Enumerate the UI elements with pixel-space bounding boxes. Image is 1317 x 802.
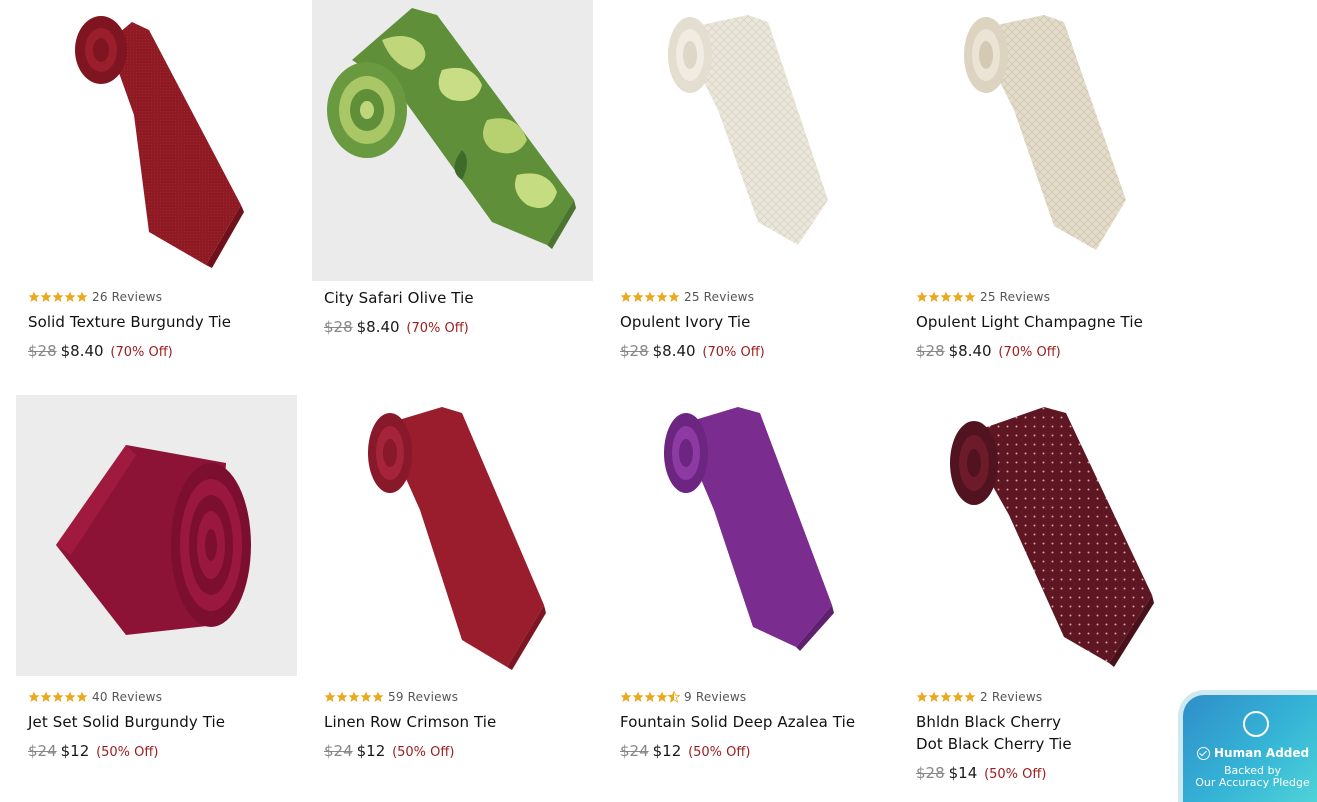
original-price: $28	[916, 764, 945, 782]
discount-label: (50% Off)	[688, 745, 751, 760]
product-card[interactable]: 9 Reviews Fountain Solid Deep Azalea Tie…	[608, 395, 889, 760]
product-image[interactable]	[904, 0, 1185, 281]
sale-price: $12	[60, 742, 90, 760]
star-rating-icon	[916, 291, 976, 303]
product-image[interactable]	[312, 0, 593, 281]
product-name[interactable]: Opulent Light Champagne Tie	[916, 311, 1143, 333]
product-name[interactable]: Opulent Ivory Tie	[620, 311, 750, 333]
product-image[interactable]	[904, 395, 1185, 676]
tie-black-cherry-dot	[950, 407, 1154, 667]
sale-price: $8.40	[60, 342, 104, 360]
rating: 26 Reviews	[28, 290, 162, 304]
sale-price: $8.40	[948, 342, 992, 360]
tie-azalea-purple	[664, 407, 834, 651]
discount-label: (70% Off)	[110, 345, 173, 360]
product-image[interactable]	[16, 0, 297, 281]
product-price: $28 $8.40 (70% Off)	[916, 341, 1061, 363]
product-name[interactable]: Fountain Solid Deep Azalea Tie	[620, 711, 855, 733]
review-count[interactable]: 9 Reviews	[684, 690, 746, 704]
sale-price: $8.40	[652, 342, 696, 360]
rating: 9 Reviews	[620, 690, 746, 704]
product-price: $28 $8.40 (70% Off)	[28, 341, 173, 363]
star-rating-icon	[620, 691, 680, 703]
tie-burgundy-rolled	[16, 395, 297, 676]
product-image[interactable]	[312, 395, 593, 676]
star-rating-icon	[28, 691, 88, 703]
accuracy-pledge-badge[interactable]: Human Added Backed by Our Accuracy Pledg…	[1178, 690, 1317, 802]
rating: 25 Reviews	[916, 290, 1050, 304]
discount-label: (70% Off)	[406, 321, 469, 336]
sale-price: $8.40	[356, 318, 400, 336]
tie-ivory-pattern	[668, 15, 828, 245]
product-price: $24 $12 (50% Off)	[620, 741, 750, 763]
sale-price: $12	[356, 742, 386, 760]
product-card[interactable]: 59 Reviews Linen Row Crimson Tie $24 $12 …	[312, 395, 593, 760]
product-name-line: Bhldn Black Cherry	[916, 713, 1062, 731]
chat-bubble-icon	[1243, 711, 1269, 737]
product-card[interactable]: 2 Reviews Bhldn Black Cherry Dot Black C…	[904, 395, 1185, 782]
tie-burgundy-texture	[75, 16, 244, 268]
rating: 2 Reviews	[916, 690, 1042, 704]
original-price: $24	[324, 742, 353, 760]
original-price: $28	[916, 342, 945, 360]
sale-price: $12	[652, 742, 682, 760]
review-count[interactable]: 25 Reviews	[684, 290, 754, 304]
product-card[interactable]: City Safari Olive Tie $28 $8.40 (70% Off)	[312, 0, 593, 336]
badge-subtitle: Backed by Our Accuracy Pledge	[1195, 764, 1310, 789]
discount-label: (50% Off)	[96, 745, 159, 760]
tie-crimson-linen	[368, 407, 546, 670]
product-name-line: Dot Black Cherry Tie	[916, 735, 1072, 753]
product-price: $24 $12 (50% Off)	[324, 741, 454, 763]
product-image[interactable]	[608, 395, 889, 676]
product-name[interactable]: City Safari Olive Tie	[324, 287, 474, 309]
rating: 25 Reviews	[620, 290, 754, 304]
product-price: $28 $14 (50% Off)	[916, 763, 1046, 785]
sale-price: $14	[948, 764, 978, 782]
product-card[interactable]: 40 Reviews Jet Set Solid Burgundy Tie $2…	[16, 395, 297, 760]
review-count[interactable]: 59 Reviews	[388, 690, 458, 704]
discount-label: (70% Off)	[702, 345, 765, 360]
star-rating-icon	[324, 691, 384, 703]
product-price: $28 $8.40 (70% Off)	[620, 341, 765, 363]
star-rating-icon	[28, 291, 88, 303]
review-count[interactable]: 26 Reviews	[92, 290, 162, 304]
tie-camo-olive	[312, 0, 593, 281]
rating: 59 Reviews	[324, 690, 458, 704]
product-image[interactable]	[16, 395, 297, 676]
discount-label: (70% Off)	[998, 345, 1061, 360]
product-card[interactable]: 25 Reviews Opulent Light Champagne Tie $…	[904, 0, 1185, 360]
product-name[interactable]: Solid Texture Burgundy Tie	[28, 311, 231, 333]
review-count[interactable]: 25 Reviews	[980, 290, 1050, 304]
product-name[interactable]: Bhldn Black Cherry Dot Black Cherry Tie	[916, 711, 1072, 755]
star-rating-icon	[620, 291, 680, 303]
discount-label: (50% Off)	[984, 767, 1047, 782]
product-image[interactable]	[608, 0, 889, 281]
product-price: $24 $12 (50% Off)	[28, 741, 158, 763]
check-circle-icon	[1197, 746, 1210, 760]
rating: 40 Reviews	[28, 690, 162, 704]
original-price: $28	[620, 342, 649, 360]
product-name[interactable]: Jet Set Solid Burgundy Tie	[28, 711, 225, 733]
original-price: $24	[28, 742, 57, 760]
review-count[interactable]: 2 Reviews	[980, 690, 1042, 704]
badge-title: Human Added	[1197, 746, 1309, 760]
product-card[interactable]: 26 Reviews Solid Texture Burgundy Tie $2…	[16, 0, 297, 360]
original-price: $24	[620, 742, 649, 760]
tie-champagne-pattern	[964, 15, 1126, 250]
product-price: $28 $8.40 (70% Off)	[324, 317, 469, 339]
product-card[interactable]: 25 Reviews Opulent Ivory Tie $28 $8.40 (7…	[608, 0, 889, 360]
original-price: $28	[28, 342, 57, 360]
original-price: $28	[324, 318, 353, 336]
discount-label: (50% Off)	[392, 745, 455, 760]
star-rating-icon	[916, 691, 976, 703]
product-name[interactable]: Linen Row Crimson Tie	[324, 711, 496, 733]
review-count[interactable]: 40 Reviews	[92, 690, 162, 704]
product-grid: 26 Reviews Solid Texture Burgundy Tie $2…	[0, 0, 1317, 802]
